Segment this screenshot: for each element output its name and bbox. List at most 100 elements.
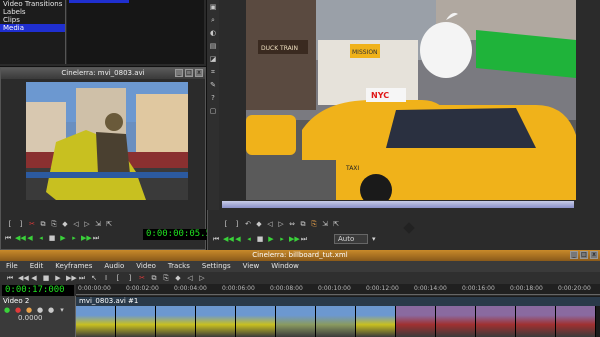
stop-icon[interactable]: ■ — [48, 234, 56, 242]
safe-region-icon[interactable]: ▢ — [209, 107, 217, 115]
main-prev-label-icon[interactable]: ◁ — [186, 274, 194, 282]
comp-copy-icon[interactable]: ⧉ — [299, 220, 307, 228]
main-maximize-icon[interactable]: □ — [580, 251, 588, 259]
main-paste-icon[interactable]: ⎘ — [162, 274, 170, 282]
comp-splice-icon[interactable]: ⇲ — [321, 220, 329, 228]
folder-video-transitions[interactable]: Video Transitions — [0, 0, 65, 8]
comp-end-icon[interactable]: ⏭ — [300, 235, 308, 243]
comp-fast-reverse-icon[interactable]: ◀◀ — [223, 235, 234, 243]
clip-name[interactable]: mvi_0803.avi #1 — [76, 297, 600, 306]
comp-reverse-icon[interactable]: ◀ — [234, 235, 242, 243]
label-icon[interactable]: ◆ — [61, 220, 69, 228]
paste-icon[interactable]: ⎘ — [50, 220, 58, 228]
cut-icon[interactable]: ✂ — [28, 220, 36, 228]
main-rewind-icon[interactable]: ⏮ — [6, 274, 14, 282]
comp-frame-back-icon[interactable]: ◂ — [245, 235, 253, 243]
in-point-icon[interactable]: [ — [6, 220, 14, 228]
comp-play-icon[interactable]: ▶ — [267, 235, 275, 243]
main-in-point-icon[interactable]: [ — [114, 274, 122, 282]
compositor-canvas[interactable]: MISSION DUCK TRAIN NYC TAXI — [246, 0, 576, 200]
mute-icon[interactable]: ● — [47, 306, 55, 314]
main-next-label-icon[interactable]: ▷ — [198, 274, 206, 282]
comp-fast-forward-icon[interactable]: ▶▶ — [289, 235, 300, 243]
folder-clips[interactable]: Clips — [0, 16, 65, 24]
mask-icon[interactable]: ◐ — [209, 29, 217, 37]
comp-prev-icon[interactable]: ◁ — [266, 220, 274, 228]
crop-icon[interactable]: ⌗ — [209, 68, 217, 76]
comp-label-icon[interactable]: ◆ — [255, 220, 263, 228]
comp-fit-icon[interactable]: ⇔ — [288, 220, 296, 228]
fast-forward-icon[interactable]: ▶▶ — [81, 234, 92, 242]
folder-list[interactable]: Video Transitions Labels Clips Media — [0, 0, 66, 64]
splice-icon[interactable]: ⇲ — [94, 220, 102, 228]
menu-window[interactable]: Window — [271, 261, 299, 272]
overwrite-icon[interactable]: ⇱ — [105, 220, 113, 228]
menu-settings[interactable]: Settings — [202, 261, 231, 272]
menu-audio[interactable]: Audio — [104, 261, 124, 272]
viewer-canvas[interactable] — [26, 82, 188, 200]
main-label-icon[interactable]: ◆ — [174, 274, 182, 282]
comp-in-point-icon[interactable]: [ — [222, 220, 230, 228]
draw-icon[interactable]: ● — [36, 306, 44, 314]
comp-rewind-icon[interactable]: ⏮ — [212, 235, 220, 243]
compositor-scrollbar[interactable] — [577, 0, 600, 250]
main-reverse-icon[interactable]: ◀ — [30, 274, 38, 282]
main-copy-icon[interactable]: ⧉ — [150, 274, 158, 282]
selected-asset[interactable] — [69, 0, 129, 3]
maximize-icon[interactable]: □ — [185, 69, 193, 77]
copy-icon[interactable]: ⧉ — [39, 220, 47, 228]
fast-reverse-icon[interactable]: ◀◀ — [15, 234, 26, 242]
next-label-icon[interactable]: ▷ — [83, 220, 91, 228]
frame-back-icon[interactable]: ◂ — [37, 234, 45, 242]
end-icon[interactable]: ⏭ — [92, 234, 100, 242]
comp-stop-icon[interactable]: ■ — [256, 235, 264, 243]
close-icon[interactable]: x — [195, 69, 203, 77]
menu-video[interactable]: Video — [136, 261, 156, 272]
compositor-position-slider[interactable] — [222, 201, 574, 208]
info-icon[interactable]: ? — [209, 94, 217, 102]
protect-icon[interactable]: ▣ — [209, 3, 217, 11]
comp-undo-icon[interactable]: ↶ — [244, 220, 252, 228]
comp-out-point-icon[interactable]: ] — [233, 220, 241, 228]
gang-icon[interactable]: ● — [25, 306, 33, 314]
camera-icon[interactable]: ▤ — [209, 42, 217, 50]
fade-value[interactable]: 0.0000 — [0, 314, 75, 322]
menu-keyframes[interactable]: Keyframes — [55, 261, 92, 272]
main-minimize-icon[interactable]: _ — [570, 251, 578, 259]
magnify-icon[interactable]: ⌕ — [209, 16, 217, 24]
comp-frame-forward-icon[interactable]: ▸ — [278, 235, 286, 243]
main-fast-forward-icon[interactable]: ▶▶ — [66, 274, 77, 282]
asset-list[interactable] — [67, 0, 204, 64]
expand-icon[interactable]: ▾ — [58, 306, 66, 314]
main-play-icon[interactable]: ▶ — [54, 274, 62, 282]
comp-paste-icon[interactable]: ⎘ — [310, 220, 318, 228]
main-stop-icon[interactable]: ■ — [42, 274, 50, 282]
out-point-icon[interactable]: ] — [17, 220, 25, 228]
zoom-dropdown-icon[interactable]: ▾ — [372, 234, 380, 244]
main-fast-reverse-icon[interactable]: ◀◀ — [18, 274, 29, 282]
main-cut-icon[interactable]: ✂ — [138, 274, 146, 282]
reverse-icon[interactable]: ◀ — [26, 234, 34, 242]
main-out-point-icon[interactable]: ] — [126, 274, 134, 282]
menu-view[interactable]: View — [243, 261, 260, 272]
main-close-icon[interactable]: x — [590, 251, 598, 259]
ibeam-mode-icon[interactable]: I — [102, 274, 110, 282]
play-track-icon[interactable]: ● — [3, 306, 11, 314]
comp-next-icon[interactable]: ▷ — [277, 220, 285, 228]
menu-file[interactable]: File — [6, 261, 18, 272]
minimize-icon[interactable]: _ — [175, 69, 183, 77]
zoom-select[interactable]: Auto — [334, 234, 368, 244]
rewind-icon[interactable]: ⏮ — [4, 234, 12, 242]
arrow-mode-icon[interactable]: ↖ — [90, 274, 98, 282]
timeline-ruler[interactable]: 0:00:00:00 0:00:02:00 0:00:04:00 0:00:06… — [76, 284, 600, 295]
folder-labels[interactable]: Labels — [0, 8, 65, 16]
comp-overwrite-icon[interactable]: ⇱ — [332, 220, 340, 228]
menu-edit[interactable]: Edit — [30, 261, 44, 272]
record-track-icon[interactable]: ● — [14, 306, 22, 314]
main-end-icon[interactable]: ⏭ — [78, 274, 86, 282]
frame-forward-icon[interactable]: ▸ — [70, 234, 78, 242]
projector-icon[interactable]: ◪ — [209, 55, 217, 63]
play-icon[interactable]: ▶ — [59, 234, 67, 242]
track-name[interactable]: Video 2 — [0, 296, 75, 306]
prev-label-icon[interactable]: ◁ — [72, 220, 80, 228]
